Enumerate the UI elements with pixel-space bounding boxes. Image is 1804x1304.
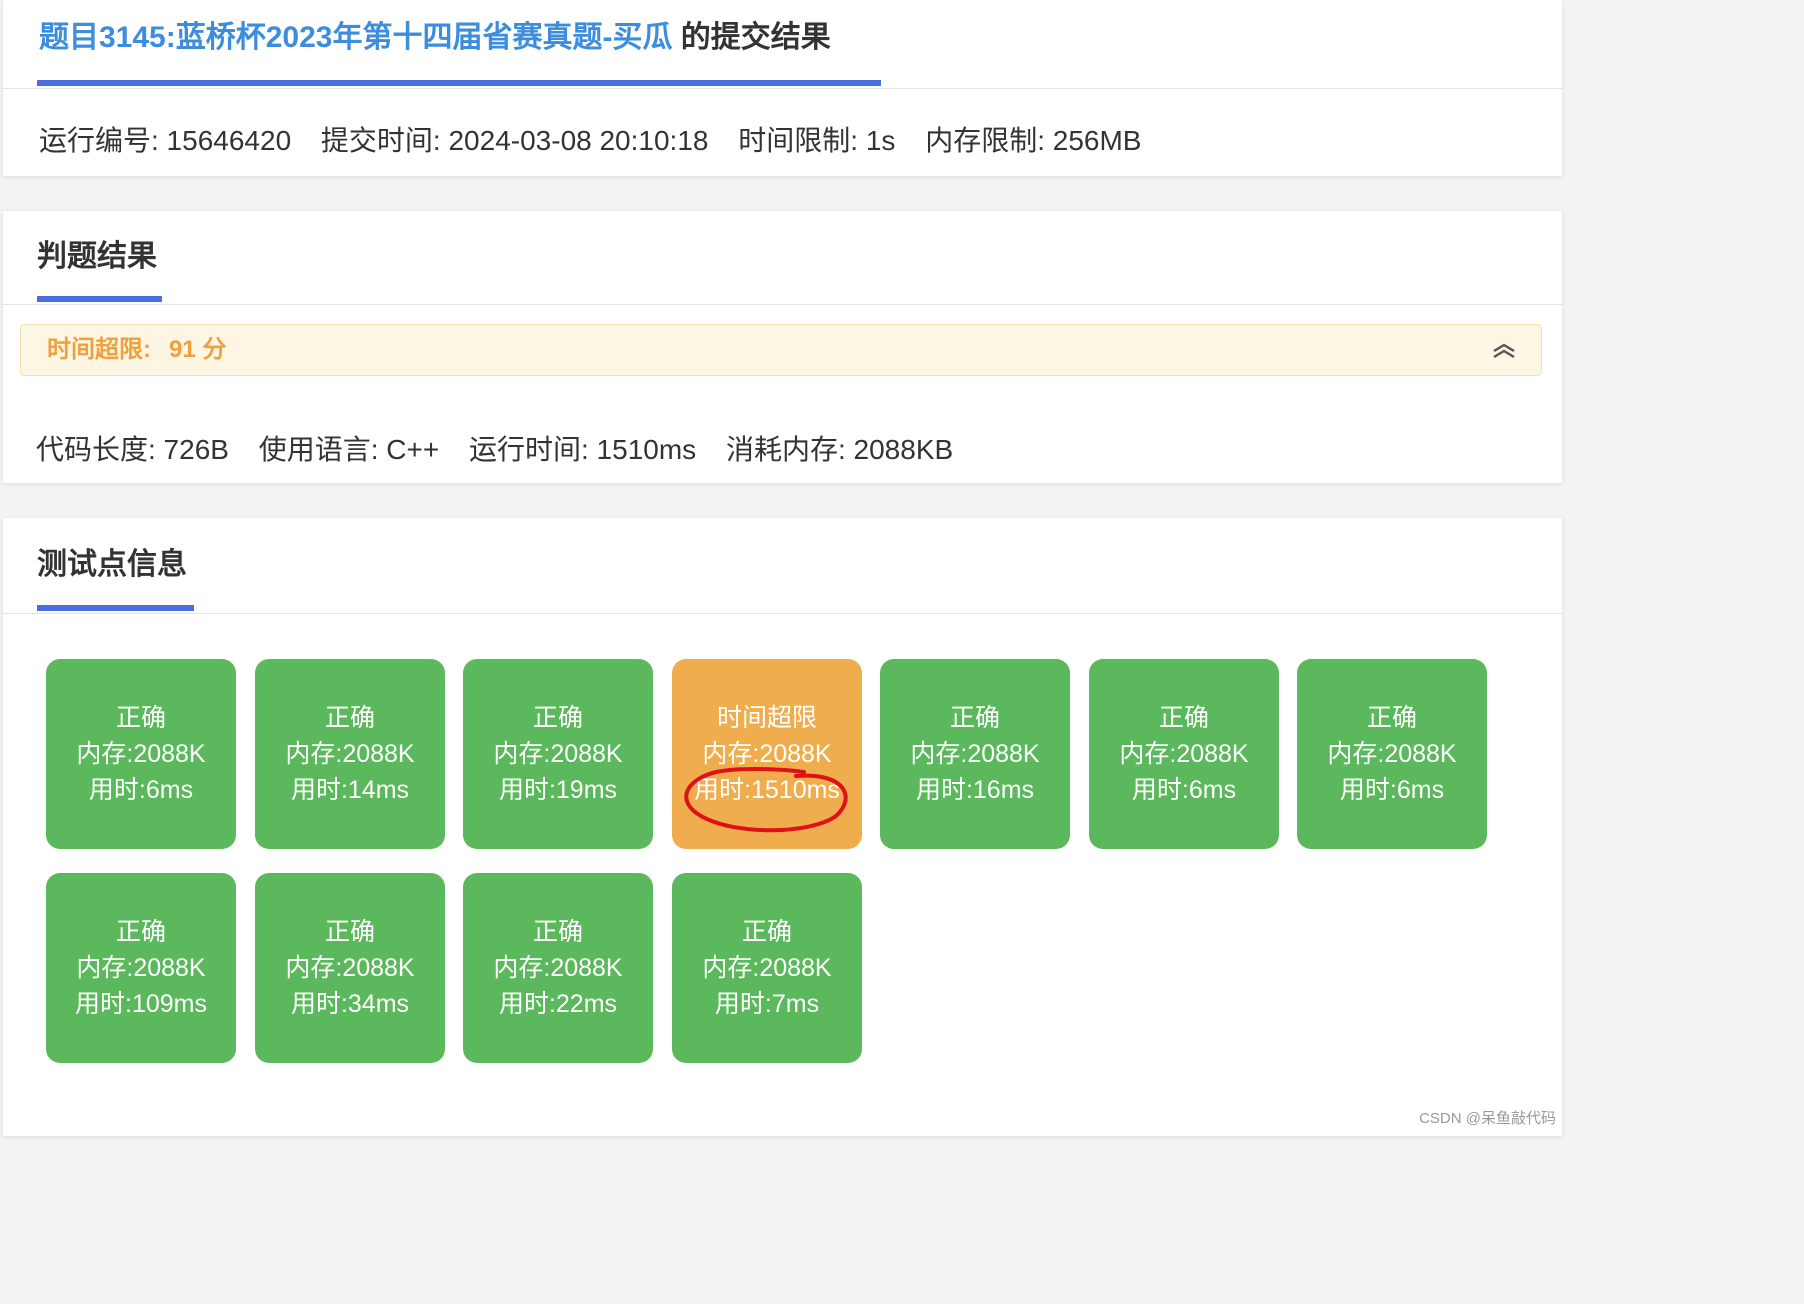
status-alert[interactable]: 时间超限: 91 分 [20,324,1542,376]
testcases-title: 测试点信息 [37,548,187,581]
testcase-time: 用时:6ms [88,776,194,804]
page-title: 题目3145:蓝桥杯2023年第十四届省赛真题-买瓜 的提交结果 [39,18,831,58]
memory-used: 消耗内存: 2088KB [725,434,954,465]
testcase-9[interactable]: 正确内存:2088K 用时:34ms [255,873,445,1063]
testcase-4[interactable]: 时间超限内存:2088K 用时:1510ms [672,659,862,849]
testcase-status: 正确 [1158,704,1209,732]
testcase-memory: 内存:2088K [285,740,415,768]
testcase-7[interactable]: 正确内存:2088K 用时:6ms [1297,659,1487,849]
testcase-memory: 内存:2088K [76,740,206,768]
testcase-2[interactable]: 正确内存:2088K 用时:14ms [255,659,445,849]
submission-header: 题目3145:蓝桥杯2023年第十四届省赛真题-买瓜 的提交结果 [3,0,1562,89]
judge-details: 代码长度: 726B 使用语言: C++ 运行时间: 1510ms 消耗内存: … [36,430,975,470]
testcase-status: 正确 [532,704,583,732]
testcase-time: 用时:7ms [714,990,820,1018]
testcase-time: 用时:6ms [1131,776,1237,804]
submit-time: 提交时间: 2024-03-08 20:10:18 [320,125,709,156]
testcase-time: 用时:16ms [915,776,1035,804]
score: 91 分 [169,336,227,363]
testcase-8[interactable]: 正确内存:2088K 用时:109ms [46,873,236,1063]
status-alert-text: 时间超限: 91 分 [47,333,226,367]
title-suffix: 的提交结果 [672,21,831,54]
testcase-memory: 内存:2088K [702,954,832,982]
testcase-time: 用时:109ms [75,990,207,1018]
testcase-memory: 内存:2088K [910,740,1040,768]
judge-result-underline [37,296,162,302]
testcase-11[interactable]: 正确内存:2088K 用时:7ms [672,873,862,1063]
code-length: 代码长度: 726B [36,434,229,465]
judge-result-title: 判题结果 [37,240,157,273]
testcases-header: 测试点信息 [3,518,1562,614]
testcase-memory: 内存:2088K [493,740,623,768]
testcase-time: 用时:22ms [498,990,618,1018]
testcase-memory: 内存:2088K [702,740,832,768]
submission-header-card: 题目3145:蓝桥杯2023年第十四届省赛真题-买瓜 的提交结果 运行编号: 1… [3,0,1562,176]
status-label: 时间超限: [47,336,151,363]
testcase-status: 时间超限 [716,704,817,732]
testcase-time: 用时:34ms [290,990,410,1018]
testcase-time: 用时:14ms [290,776,410,804]
testcase-status: 正确 [324,704,375,732]
testcase-status: 正确 [741,918,792,946]
testcases-underline [37,605,194,611]
testcase-memory: 内存:2088K [76,954,206,982]
testcase-3[interactable]: 正确内存:2088K 用时:19ms [463,659,653,849]
submission-info: 运行编号: 15646420 提交时间: 2024-03-08 20:10:18… [39,121,1163,161]
testcase-time: 用时:19ms [498,776,618,804]
testcase-status: 正确 [949,704,1000,732]
testcase-1[interactable]: 正确内存:2088K 用时:6ms [46,659,236,849]
memory-limit: 内存限制: 256MB [925,125,1142,156]
testcase-5[interactable]: 正确内存:2088K 用时:16ms [880,659,1070,849]
testcase-status: 正确 [115,704,166,732]
run-time: 运行时间: 1510ms [469,434,697,465]
testcase-time: 用时:6ms [1339,776,1445,804]
testcase-memory: 内存:2088K [1327,740,1457,768]
chevron-up-double-icon[interactable] [1491,337,1517,363]
testcase-status: 正确 [324,918,375,946]
testcase-memory: 内存:2088K [285,954,415,982]
testcase-memory: 内存:2088K [1119,740,1249,768]
testcase-6[interactable]: 正确内存:2088K 用时:6ms [1089,659,1279,849]
testcase-10[interactable]: 正确内存:2088K 用时:22ms [463,873,653,1063]
run-id: 运行编号: 15646420 [39,125,292,156]
testcase-status: 正确 [532,918,583,946]
testcase-memory: 内存:2088K [493,954,623,982]
language: 使用语言: C++ [258,434,440,465]
problem-link[interactable]: 题目3145:蓝桥杯2023年第十四届省赛真题-买瓜 [39,21,672,54]
time-limit: 时间限制: 1s [738,125,896,156]
title-underline [37,80,881,86]
testcase-time: 用时:1510ms [694,776,840,804]
testcase-status: 正确 [115,918,166,946]
watermark: CSDN @呆鱼敲代码 [1419,1110,1556,1127]
testcase-status: 正确 [1366,704,1417,732]
judge-result-header: 判题结果 [3,211,1562,305]
